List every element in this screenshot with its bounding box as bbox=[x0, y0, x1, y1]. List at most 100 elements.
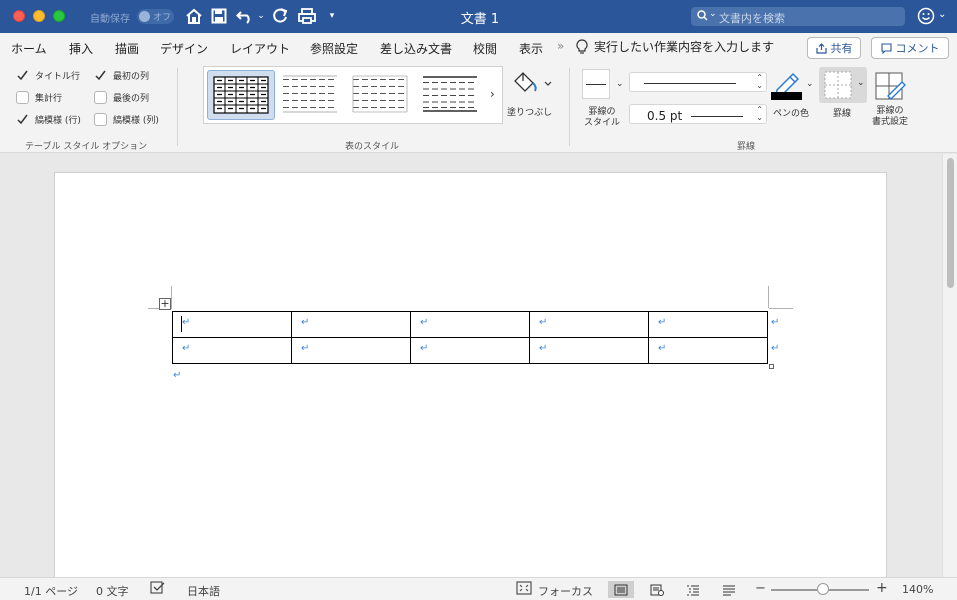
paragraph-mark: ↵ bbox=[182, 317, 191, 328]
print-icon[interactable] bbox=[297, 6, 317, 26]
page-count[interactable]: 1/1 ページ bbox=[24, 583, 78, 599]
checkbox-total-row[interactable]: 集計行 bbox=[16, 91, 62, 104]
zoom-level[interactable]: 140% bbox=[902, 583, 933, 596]
shading-label: 塗りつぶし bbox=[507, 108, 553, 118]
undo-icon[interactable] bbox=[235, 6, 255, 26]
web-layout-view-icon[interactable] bbox=[644, 581, 670, 598]
tab-review[interactable]: 校閲 bbox=[473, 40, 497, 57]
border-style-chevron-icon[interactable]: ⌄ bbox=[616, 79, 624, 89]
zoom-out-button[interactable]: − bbox=[755, 581, 766, 596]
paragraph-mark: ↵ bbox=[658, 343, 667, 354]
comment-label: コメント bbox=[895, 42, 940, 55]
table-style-light-grid[interactable] bbox=[347, 70, 415, 120]
table-style-banded[interactable] bbox=[417, 70, 485, 120]
tab-layout[interactable]: レイアウト bbox=[230, 40, 290, 57]
checkbox-first-column[interactable]: 最初の列 bbox=[94, 69, 149, 82]
text-cursor bbox=[181, 316, 182, 332]
feedback-smiley-icon[interactable] bbox=[917, 7, 935, 28]
undo-dropdown-chevron-icon[interactable]: ⌄ bbox=[256, 6, 266, 26]
share-button[interactable]: 共有 bbox=[807, 37, 861, 59]
table-cell[interactable]: ↵ bbox=[172, 311, 292, 338]
draft-view-icon[interactable] bbox=[716, 581, 742, 598]
share-icon bbox=[815, 42, 827, 54]
divider bbox=[177, 68, 178, 146]
more-tabs-chevron-icon[interactable]: » bbox=[557, 39, 564, 53]
border-style-well[interactable] bbox=[582, 69, 610, 99]
close-window-button[interactable] bbox=[13, 10, 25, 22]
print-layout-view-icon[interactable] bbox=[608, 581, 634, 598]
paint-bucket-icon bbox=[514, 72, 552, 92]
word-count[interactable]: 0 文字 bbox=[96, 583, 129, 599]
table-cell[interactable]: ↵ bbox=[529, 311, 649, 338]
gallery-more-chevron-icon[interactable]: › bbox=[490, 87, 495, 101]
pen-color-swatch bbox=[771, 92, 802, 100]
share-label: 共有 bbox=[830, 42, 853, 55]
group-label-table-styles: 表のスタイル bbox=[345, 142, 400, 152]
document-area[interactable] bbox=[0, 154, 942, 577]
autosave-toggle[interactable]: オフ bbox=[137, 9, 174, 24]
minimize-window-button[interactable] bbox=[33, 10, 45, 22]
home-icon[interactable] bbox=[185, 6, 203, 26]
table-resize-handle[interactable] bbox=[769, 364, 774, 369]
tell-me-box[interactable]: 実行したい作業内容を入力します bbox=[576, 38, 774, 55]
table-move-handle-icon[interactable]: + bbox=[159, 298, 171, 310]
maximize-window-button[interactable] bbox=[53, 10, 65, 22]
language-label[interactable]: 日本語 bbox=[187, 583, 220, 599]
table-cell[interactable]: ↵ bbox=[648, 311, 768, 338]
zoom-in-button[interactable]: + bbox=[876, 580, 888, 596]
checkbox-header-row[interactable]: タイトル行 bbox=[16, 69, 80, 82]
line-style-combo[interactable]: ⌃ ⌄ bbox=[629, 72, 767, 92]
table-row: ↵ ↵ ↵ ↵ ↵ bbox=[172, 311, 768, 338]
redo-icon[interactable] bbox=[271, 6, 289, 26]
corner-mark bbox=[769, 308, 793, 309]
title-bar: 自動保存 オフ ⌄ ▾ 文書 1 ⌄ 文書内を検索 ⌄ bbox=[0, 0, 957, 33]
borders-button[interactable]: ⌄ bbox=[819, 67, 867, 103]
paragraph-mark: ↵ bbox=[301, 317, 310, 328]
checkbox-banded-rows[interactable]: 縞模様 (行) bbox=[16, 113, 81, 126]
checkbox-last-column[interactable]: 最後の列 bbox=[94, 91, 149, 104]
table-cell[interactable]: ↵ bbox=[648, 337, 768, 364]
feedback-chevron-icon[interactable]: ⌄ bbox=[938, 9, 946, 20]
line-weight-combo[interactable]: 0.5 pt ⌃ ⌄ bbox=[629, 104, 767, 124]
paragraph-mark: ↵ bbox=[173, 370, 182, 381]
proofing-icon[interactable] bbox=[150, 581, 166, 598]
checkbox-label: 最後の列 bbox=[113, 94, 150, 104]
zoom-slider-knob[interactable] bbox=[817, 583, 829, 595]
border-painter-button[interactable] bbox=[874, 70, 906, 102]
tab-view[interactable]: 表示 bbox=[519, 40, 543, 57]
table-cell[interactable]: ↵ bbox=[410, 311, 530, 338]
pen-color-chevron-icon[interactable]: ⌄ bbox=[806, 79, 814, 89]
table-row: ↵ ↵ ↵ ↵ ↵ bbox=[172, 337, 768, 364]
pen-icon bbox=[775, 72, 800, 96]
table-cell[interactable]: ↵ bbox=[410, 337, 530, 364]
tab-home[interactable]: ホーム bbox=[11, 40, 47, 57]
scrollbar-thumb[interactable] bbox=[947, 158, 954, 288]
table-cell[interactable]: ↵ bbox=[291, 337, 411, 364]
tab-draw[interactable]: 描画 bbox=[115, 40, 139, 57]
search-options-chevron-icon: ⌄ bbox=[709, 9, 717, 19]
document-table[interactable]: ↵ ↵ ↵ ↵ ↵ ↵ ↵ ↵ ↵ ↵ bbox=[172, 311, 768, 364]
tab-mailings[interactable]: 差し込み文書 bbox=[380, 40, 452, 57]
checkmark-icon bbox=[16, 113, 29, 126]
search-input[interactable]: ⌄ 文書内を検索 bbox=[691, 7, 905, 26]
spinner-arrows-icon: ⌃ ⌄ bbox=[756, 105, 763, 122]
table-cell[interactable]: ↵ bbox=[172, 337, 292, 364]
checkbox-banded-columns[interactable]: 縞模様 (列) bbox=[94, 113, 159, 126]
outline-view-icon[interactable] bbox=[680, 581, 706, 598]
focus-label[interactable]: フォーカス bbox=[538, 583, 593, 599]
comment-icon bbox=[880, 42, 892, 54]
table-style-plain-dashed[interactable] bbox=[277, 70, 345, 120]
vertical-scrollbar[interactable] bbox=[942, 154, 957, 577]
focus-icon[interactable] bbox=[516, 581, 532, 598]
customize-toolbar-icon[interactable]: ▾ bbox=[326, 6, 338, 26]
table-style-grid[interactable] bbox=[207, 70, 275, 120]
table-cell[interactable]: ↵ bbox=[529, 337, 649, 364]
save-icon[interactable] bbox=[210, 6, 228, 26]
tab-insert[interactable]: 挿入 bbox=[69, 40, 93, 57]
table-cell[interactable]: ↵ bbox=[291, 311, 411, 338]
paragraph-mark: ↵ bbox=[301, 343, 310, 354]
comment-button[interactable]: コメント bbox=[871, 37, 949, 59]
tab-references[interactable]: 参照設定 bbox=[310, 40, 358, 57]
borders-label: 罫線 bbox=[833, 109, 852, 119]
tab-design[interactable]: デザイン bbox=[160, 40, 208, 57]
